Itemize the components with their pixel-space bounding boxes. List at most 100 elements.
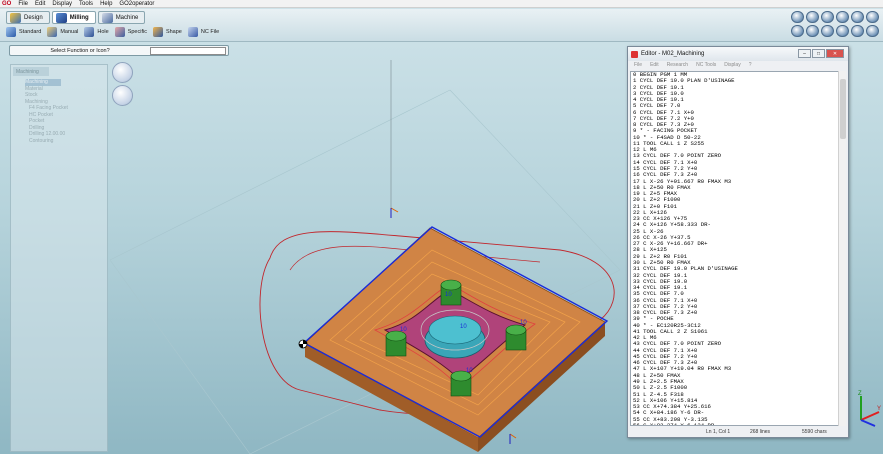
- hole-button[interactable]: Hole: [84, 27, 109, 37]
- settings-icon[interactable]: [866, 25, 879, 37]
- pan-icon[interactable]: [806, 25, 819, 37]
- hole-label: 10: [520, 320, 527, 326]
- subtool-label: Hole: [97, 29, 109, 35]
- menu-go2operator[interactable]: GO2operator: [119, 1, 154, 7]
- milling-icon: [55, 12, 67, 23]
- tab-label: Design: [24, 14, 43, 21]
- editor-title: Editor - M02_Machining: [641, 51, 705, 57]
- menu-edit[interactable]: Edit: [35, 1, 45, 7]
- tab-label: Machine: [115, 14, 139, 21]
- nc-file-button[interactable]: NC File: [187, 27, 220, 37]
- editor-menu-display[interactable]: Display: [724, 62, 740, 68]
- menu-bar: GO File Edit Display Tools Help GO2opera…: [0, 0, 883, 8]
- axis-triad: Z Y: [858, 391, 881, 427]
- menu-file[interactable]: File: [18, 1, 28, 7]
- tree-item-label: Material: [25, 85, 43, 92]
- menu-display[interactable]: Display: [52, 1, 72, 7]
- menu-help[interactable]: Help: [100, 1, 112, 7]
- hole-label: 10: [466, 368, 473, 374]
- nc-code-lines: 0 BEGIN PGM 1 MM 1 CYCL DEF 19.0 PLAN D'U…: [631, 72, 838, 426]
- app-logo: GO: [2, 0, 12, 7]
- tool-mode-button[interactable]: [112, 85, 133, 106]
- machining-tree-panel: Machining Machining Material Stock Machi…: [10, 64, 108, 452]
- shape-icon: [152, 27, 163, 37]
- hole-label: 10: [460, 324, 467, 330]
- editor-app-icon: [631, 50, 638, 58]
- drill-hole: [385, 330, 407, 357]
- hole-icon: [84, 27, 95, 37]
- boss-top: [428, 315, 482, 345]
- view-icon[interactable]: [791, 11, 804, 23]
- manual-icon: [47, 27, 58, 37]
- drill-hole: [450, 370, 472, 397]
- hole-label: 10: [400, 327, 407, 333]
- function-selector-label: Select Function or Icon?: [50, 47, 110, 54]
- shade-icon[interactable]: [851, 25, 864, 37]
- tree-item-label: Pocket: [29, 118, 45, 125]
- viewport-grid: [109, 89, 621, 454]
- hole-label: 10: [445, 292, 452, 298]
- maximize-button[interactable]: □: [812, 49, 825, 58]
- editor-scrollbar[interactable]: [838, 71, 846, 426]
- tab-machine[interactable]: Machine: [97, 11, 146, 24]
- standard-button[interactable]: Standard: [6, 27, 41, 37]
- nc-file-icon: [187, 27, 198, 37]
- design-icon: [10, 12, 21, 23]
- subtool-label: NC File: [200, 29, 220, 35]
- editor-statusbar: Ln 1, Col 1 268 lines 5590 chars: [630, 427, 846, 436]
- editor-menu-help[interactable]: ?: [749, 62, 752, 68]
- milling-subtools: Standard Manual Hole Specific Shape NC F…: [6, 27, 219, 37]
- shape-button[interactable]: Shape: [152, 27, 182, 37]
- function-search-input[interactable]: [150, 46, 226, 55]
- nc-code-line: 56 C X+83.274 Y-6.134 DR-: [633, 421, 718, 426]
- subtool-label: Manual: [60, 29, 79, 35]
- undo-icon[interactable]: [836, 11, 849, 23]
- specific-icon: [114, 27, 125, 37]
- tree-item-label: Drilling 12.00.00: [29, 131, 66, 138]
- standard-icon: [6, 27, 16, 37]
- tab-milling[interactable]: Milling: [51, 11, 96, 24]
- tree-item-label: Drilling: [29, 124, 45, 131]
- machine-icon: [101, 12, 113, 23]
- scrollbar-thumb[interactable]: [840, 79, 846, 139]
- specific-button[interactable]: Specific: [114, 27, 147, 37]
- top-view-icon[interactable]: [836, 25, 849, 37]
- line-count: 268 lines: [750, 428, 771, 435]
- tree-item-label: HC Pocket: [29, 111, 53, 118]
- axis-y-label: Y: [877, 406, 881, 412]
- editor-menu: File Edit Research NC Tools Display ?: [628, 61, 848, 69]
- axis-z-label: Z: [858, 391, 862, 397]
- minimize-button[interactable]: –: [798, 49, 811, 58]
- tool-position-marker: [390, 207, 399, 218]
- rotate-icon[interactable]: [791, 25, 804, 37]
- manual-button[interactable]: Manual: [47, 27, 78, 37]
- origin-marker: [298, 339, 308, 349]
- tree-item-label: Machining: [25, 98, 48, 105]
- menu-tools[interactable]: Tools: [79, 1, 93, 7]
- subtool-label: Standard: [19, 29, 42, 35]
- tab-design[interactable]: Design: [6, 11, 50, 24]
- tree-item-label: Stock: [25, 92, 38, 99]
- iso-view-icon[interactable]: [821, 25, 834, 37]
- zoom-icon[interactable]: [851, 11, 864, 23]
- ribbon-toolbar: Design Milling Machine Standard Manual H…: [0, 9, 883, 42]
- editor-menu-file[interactable]: File: [634, 62, 642, 68]
- char-count: 5590 chars: [802, 428, 827, 435]
- editor-menu-nc-tools[interactable]: NC Tools: [696, 62, 716, 68]
- tree-item-label: Machining: [25, 79, 48, 86]
- panel-header[interactable]: Machining: [13, 67, 49, 76]
- layers-icon[interactable]: [821, 11, 834, 23]
- zoom-fit-icon[interactable]: [866, 11, 879, 23]
- editor-menu-edit[interactable]: Edit: [650, 62, 659, 68]
- tab-label: Milling: [69, 14, 89, 21]
- eye-icon[interactable]: [806, 11, 819, 23]
- milling-mode-button[interactable]: [112, 62, 133, 83]
- subtool-label: Shape: [165, 29, 182, 35]
- tree-item-label: F4 Facing Pocket: [29, 105, 68, 112]
- close-button[interactable]: ✕: [826, 49, 844, 58]
- function-selector[interactable]: Select Function or Icon?: [9, 45, 229, 56]
- editor-menu-research[interactable]: Research: [667, 62, 688, 68]
- editor-text-area[interactable]: 0 BEGIN PGM 1 MM 1 CYCL DEF 19.0 PLAN D'U…: [630, 71, 839, 426]
- cursor-position: Ln 1, Col 1: [706, 428, 731, 435]
- tree-item[interactable]: Contouring: [25, 138, 107, 145]
